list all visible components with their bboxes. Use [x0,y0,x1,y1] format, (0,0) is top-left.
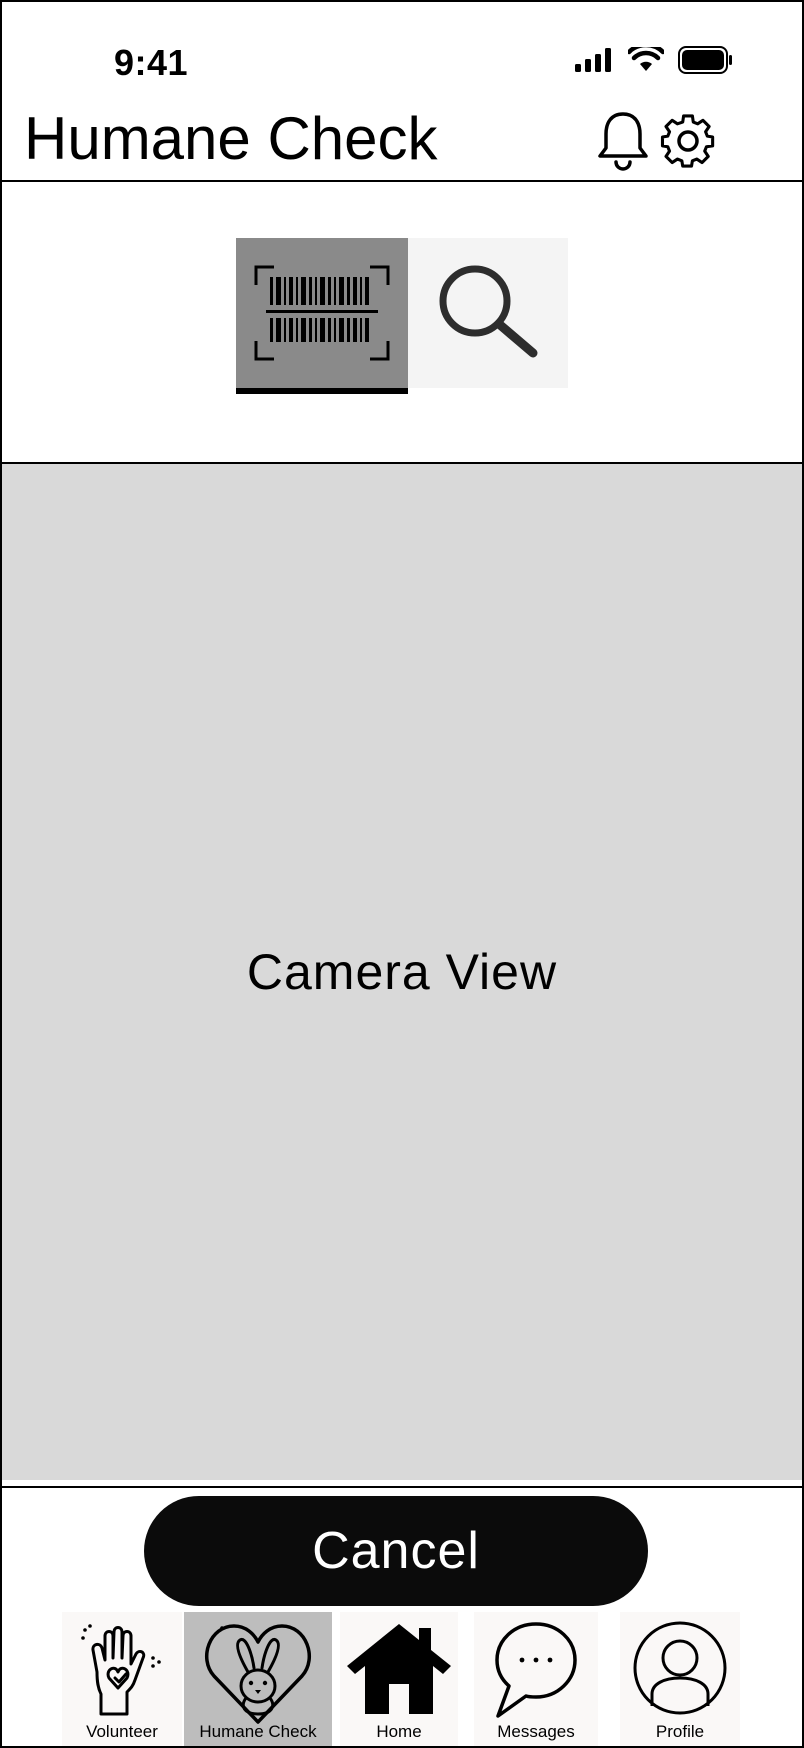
gear-icon [660,114,715,168]
cancel-button[interactable]: Cancel [144,1496,648,1606]
home-icon [347,1624,451,1714]
camera-view-label: Camera View [246,944,558,1000]
battery-icon [678,46,732,74]
app-header: Humane Check [2,102,802,182]
cancel-bar: Cancel [2,1486,802,1614]
search-tab[interactable] [408,238,568,388]
nav-label-messages: Messages [497,1722,575,1741]
nav-item-profile[interactable]: Profile [620,1612,740,1746]
barcode-scan-tab[interactable] [236,238,408,394]
nav-item-home[interactable]: Home [340,1612,458,1746]
status-time: 9:41 [114,42,189,83]
nav-label-home: Home [376,1722,422,1741]
nav-label-humane-check: Humane Check [199,1722,317,1741]
volunteer-hand-icon [81,1624,161,1716]
wifi-icon [628,47,664,71]
nav-item-humane-check[interactable]: Humane Check [184,1612,332,1746]
nav-label-profile: Profile [655,1722,705,1741]
camera-view[interactable]: Camera View [2,464,802,1480]
nav-label-volunteer: Volunteer [86,1722,158,1741]
page-title: Humane Check [24,105,438,172]
status-bar: 9:41 [2,2,802,102]
nav-item-volunteer[interactable]: Volunteer [62,1612,182,1746]
search-icon [439,265,538,358]
nav-item-messages[interactable]: Messages [474,1612,598,1746]
barcode-scan-icon [254,265,390,361]
bunny-heart-icon [204,1624,312,1724]
profile-icon [633,1621,727,1715]
bell-icon [598,112,648,171]
notifications-button[interactable] [592,110,654,172]
settings-button[interactable] [657,110,719,172]
app-screen: 9:41 Humane Check Camera View Cancel Vol… [0,0,804,1748]
bottom-nav: Volunteer Humane Check Home Messages Pro… [2,1612,802,1746]
status-icons [574,46,734,74]
cellular-signal-icon [575,48,611,72]
scan-mode-selector [2,182,802,464]
chat-bubble-icon [495,1622,577,1718]
